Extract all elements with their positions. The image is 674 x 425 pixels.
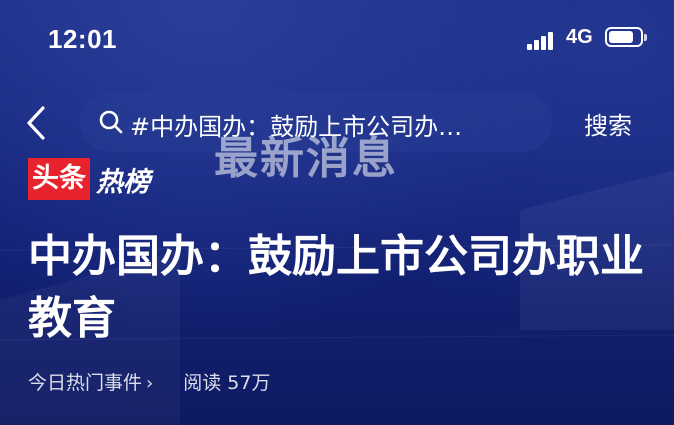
chevron-right-icon: › [146,373,154,394]
brand-part1: 头条 [28,158,90,200]
read-count: 阅读 57万 [183,372,271,394]
article-title: 中办国办：鼓励上市公司办职业教育 [28,231,644,344]
status-bar: 12:01 4G [0,0,674,80]
article-meta: 今日热门事件 › 阅读 57万 [28,368,270,395]
signal-icon [527,30,557,50]
battery-icon [605,27,647,47]
back-icon [27,106,45,140]
status-time: 12:01 [48,24,117,54]
back-button[interactable] [18,100,54,146]
category-link[interactable]: 今日热门事件 › [28,368,153,395]
watermark: 最新消息 [214,133,398,184]
brand-logo: 头条 热榜 [28,158,150,200]
search-button[interactable]: 搜索 [584,106,632,141]
brand-part2: 热榜 [96,166,150,198]
category-label: 今日热门事件 [28,372,143,394]
network-type: 4G [566,26,593,48]
search-icon [99,110,123,134]
